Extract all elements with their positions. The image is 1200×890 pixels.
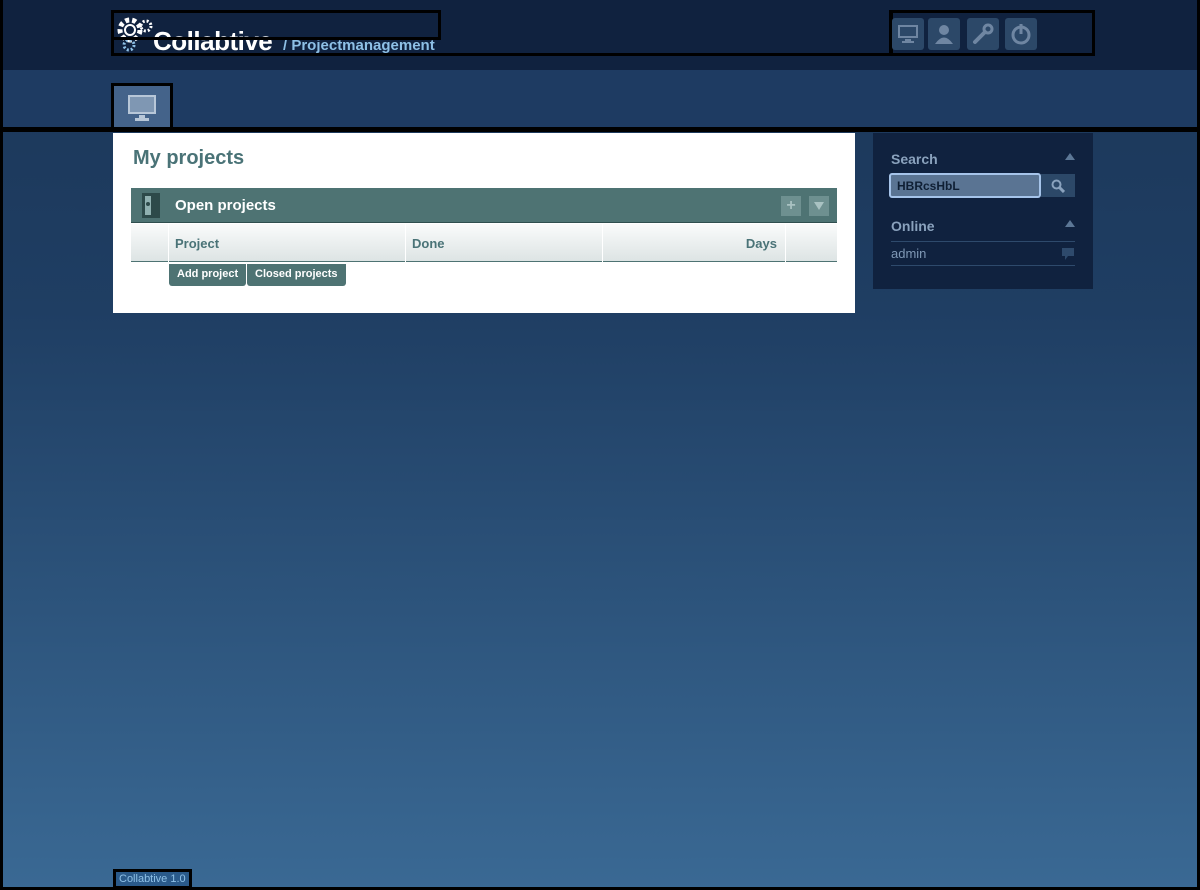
open-projects-header[interactable]: Open projects + [131,188,837,223]
logout-header-button[interactable] [1005,18,1037,50]
online-user[interactable]: admin [891,246,926,261]
desktop-icon [898,25,918,43]
desktop-icon [128,94,156,121]
project-folder-icon [142,193,160,218]
admin-header-button[interactable] [967,18,999,50]
power-icon [1011,24,1031,45]
chevron-up-icon[interactable] [1065,153,1075,160]
search-input[interactable] [889,173,1041,198]
desktop-header-button[interactable] [892,18,924,50]
toggle-block-button[interactable] [809,196,829,216]
column-header-days[interactable]: Days [603,224,786,262]
wrench-icon [973,23,994,44]
chevron-up-icon[interactable] [1065,220,1075,227]
online-title[interactable]: Online [891,218,935,234]
search-icon [1051,179,1065,193]
add-project-icon[interactable]: + [781,196,801,216]
profile-header-button[interactable] [928,18,960,50]
add-project-button[interactable]: Add project [169,264,247,286]
divider [891,265,1075,266]
search-title[interactable]: Search [891,151,938,167]
page-title: My projects [133,147,245,169]
column-header-project[interactable]: Project [169,224,406,262]
tab-desktop[interactable] [111,83,173,129]
user-icon [935,25,953,44]
header-logo-area[interactable] [111,10,893,56]
chat-icon[interactable] [1061,247,1075,261]
chevron-down-icon [814,202,824,210]
block-title: Open projects [175,197,276,214]
column-header-done[interactable]: Done [406,224,603,262]
sidebar: Search Online admin [873,133,1093,289]
footer-version[interactable]: Collabtive 1.0 [113,869,192,889]
projects-table-header: Project Done Days [131,224,837,262]
tab-bar [3,70,1197,130]
tab-bar-divider [3,127,1200,132]
closed-projects-button[interactable]: Closed projects [247,264,346,286]
divider [891,241,1075,242]
main-content: My projects Open projects + Project Done… [113,133,855,313]
search-button[interactable] [1041,174,1075,197]
column-header-spacer [131,224,169,262]
